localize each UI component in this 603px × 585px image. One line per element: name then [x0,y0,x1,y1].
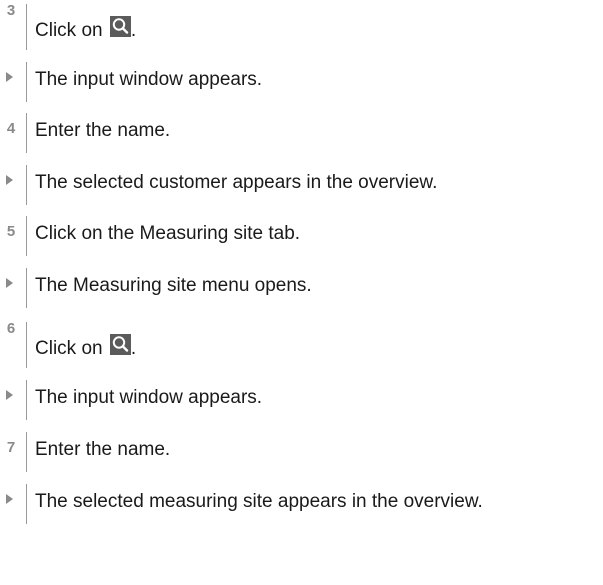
result-text: The selected customer appears in the ove… [35,172,438,193]
result-bar [26,268,27,308]
result-text: The Measuring site menu opens. [35,275,312,296]
step-text-after: . [130,338,137,359]
result-arrow-icon [6,278,13,288]
result-arrow-icon [6,390,13,400]
step-number: 7 [6,439,16,456]
result-row: The selected measuring site appears in t… [0,484,603,524]
step-number: 4 [6,120,16,137]
result-row: The input window appears. [0,380,603,420]
result-bar [26,484,27,524]
step-5: 5 Click on the Measuring site tab. [0,216,603,256]
result-text: The input window appears. [35,387,263,408]
step-text: Enter the name. [35,439,171,460]
search-icon [109,334,131,355]
result-bar [26,62,27,102]
step-4: 4 Enter the name. [0,113,603,153]
step-bar [26,216,27,256]
step-number: 5 [6,223,16,240]
result-row: The selected customer appears in the ove… [0,165,603,205]
step-3: 3 Click on . [0,0,603,50]
step-text-after: . [130,20,137,41]
step-number: 6 [6,320,16,337]
step-6: 6 Click on . [0,318,603,368]
search-icon [109,16,131,37]
step-text-before: Click on [35,338,103,359]
step-bar [26,432,27,472]
result-arrow-icon [6,175,13,185]
step-text: Click on . [35,318,136,361]
result-text: The selected measuring site appears in t… [35,491,483,512]
result-arrow-icon [6,494,13,504]
result-bar [26,380,27,420]
step-text: Click on the Measuring site tab. [35,223,301,244]
step-text: Click on . [35,0,136,43]
result-bar [26,165,27,205]
step-bar [26,4,27,50]
result-text: The input window appears. [35,69,263,90]
step-number: 3 [6,2,16,19]
result-arrow-icon [6,72,13,82]
step-bar [26,113,27,153]
result-row: The input window appears. [0,62,603,102]
step-text-before: Click on [35,20,103,41]
step-7: 7 Enter the name. [0,432,603,472]
step-text: Enter the name. [35,120,171,141]
result-row: The Measuring site menu opens. [0,268,603,308]
step-bar [26,322,27,368]
